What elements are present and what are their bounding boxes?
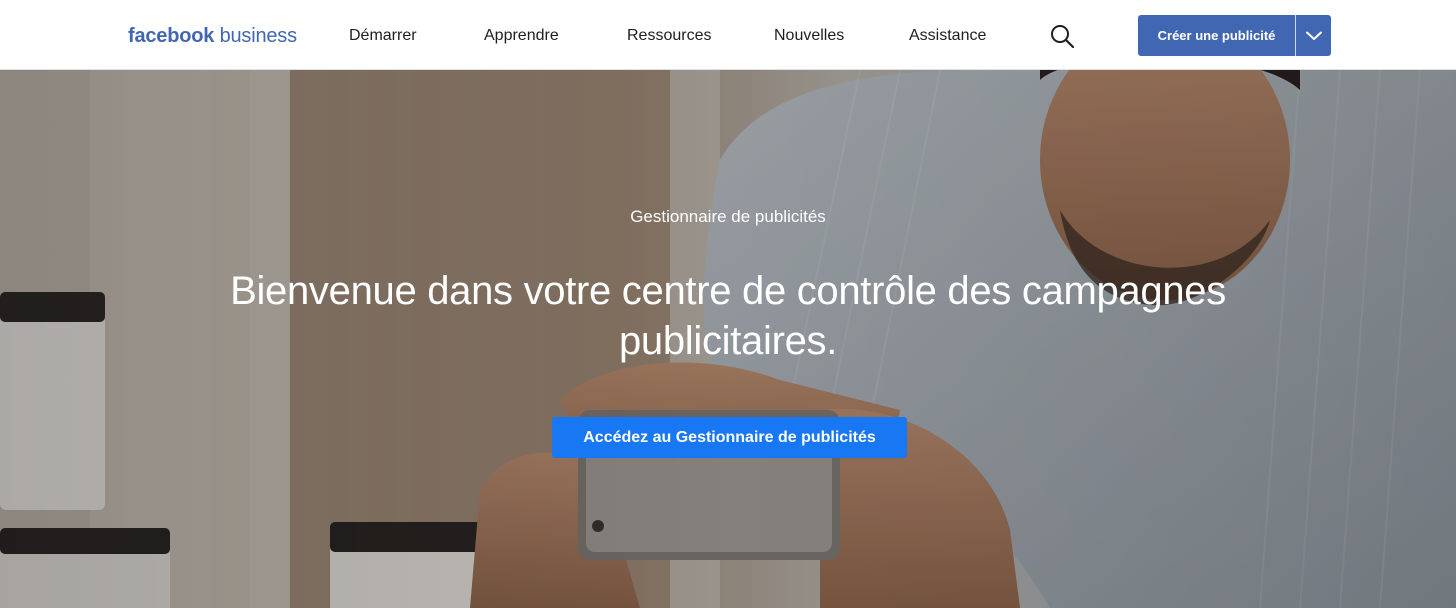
- hero-eyebrow: Gestionnaire de publicités: [630, 207, 826, 226]
- nav-item-apprendre[interactable]: Apprendre: [484, 24, 559, 48]
- hero-content: Gestionnaire de publicités Bienvenue dan…: [0, 70, 1456, 608]
- top-navigation-bar: facebook business Démarrer Apprendre Res…: [0, 0, 1456, 70]
- hero-headline: Bienvenue dans votre centre de contrôle …: [230, 269, 1226, 363]
- button-divider: [1295, 15, 1296, 56]
- hero-banner: Gestionnaire de publicités Bienvenue dan…: [0, 70, 1456, 608]
- ads-manager-cta-button[interactable]: Accédez au Gestionnaire de publicités: [552, 417, 907, 458]
- create-ad-dropdown-toggle[interactable]: [1296, 15, 1331, 56]
- create-ad-button-group: Créer une publicité: [1138, 15, 1331, 56]
- create-ad-button[interactable]: Créer une publicité: [1138, 15, 1295, 56]
- chevron-down-icon: [1305, 31, 1322, 40]
- logo-product-text: business: [219, 25, 298, 47]
- nav-item-nouvelles[interactable]: Nouvelles: [774, 24, 844, 48]
- search-button[interactable]: [1048, 22, 1076, 50]
- search-icon: [1051, 25, 1075, 49]
- nav-item-assistance[interactable]: Assistance: [909, 24, 986, 48]
- nav-item-ressources[interactable]: Ressources: [627, 24, 711, 48]
- nav-item-demarrer[interactable]: Démarrer: [349, 24, 417, 48]
- logo-brand-text: facebook: [128, 25, 215, 47]
- facebook-business-logo[interactable]: facebook business: [128, 22, 297, 50]
